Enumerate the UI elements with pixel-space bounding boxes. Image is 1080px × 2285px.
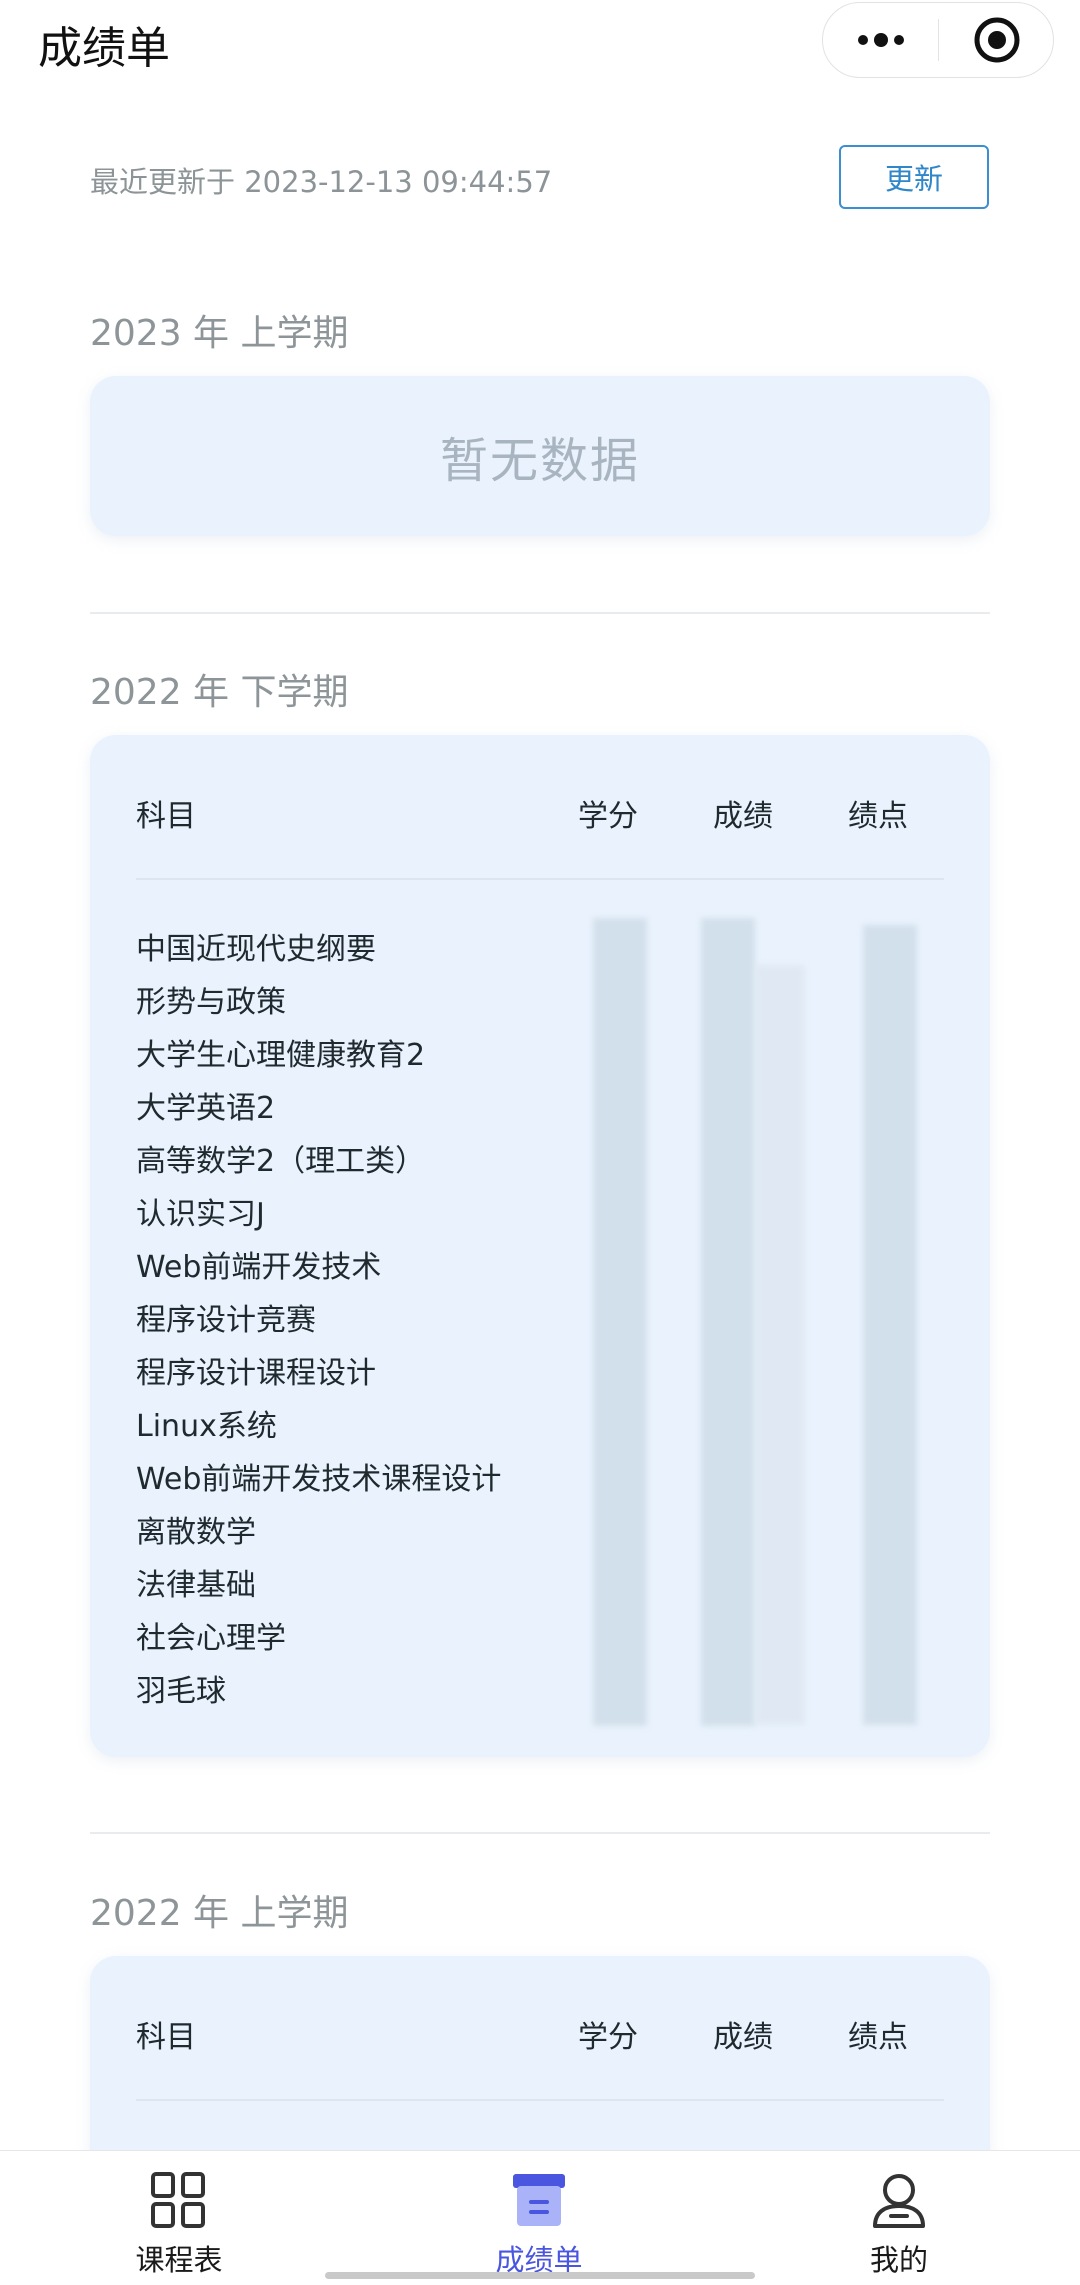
update-button[interactable]: 更新: [839, 145, 989, 209]
subject-row: 高等数学2（理工类）: [136, 1144, 426, 1179]
mini-program-capsule: [822, 2, 1054, 78]
subject-row: 社会心理学: [136, 1621, 286, 1656]
grid-icon: [151, 2172, 205, 2228]
grade-card: 科目 学分 成绩 绩点 中国近现代史纲要 形势与政策 大学生心理健康教育2 大学…: [90, 735, 990, 1757]
empty-state-text: 暂无数据: [439, 433, 640, 489]
tab-schedule[interactable]: 课程表: [79, 2165, 279, 2279]
subject-row: 形势与政策: [136, 985, 286, 1020]
empty-grade-card: 暂无数据: [90, 376, 990, 536]
subject-row: 离散数学: [136, 1515, 256, 1550]
redacted-score-shadow: [755, 965, 805, 1725]
term-title: 2023 年 上学期: [90, 313, 349, 354]
more-dots-icon: [857, 32, 904, 47]
subject-row: 中国近现代史纲要: [136, 932, 376, 967]
redacted-credit-column: [593, 918, 647, 1726]
subject-row: 认识实习J: [136, 1197, 265, 1232]
subject-row: Web前端开发技术课程设计: [136, 1462, 502, 1497]
nav-bar: 成绩单: [0, 0, 1080, 82]
subject-list: 中国近现代史纲要 形势与政策 大学生心理健康教育2 大学英语2 高等数学2（理工…: [136, 923, 501, 1718]
subject-row: Linux系统: [136, 1409, 277, 1444]
bottom-tab-bar: 课程表 成绩单 我的: [0, 2150, 1080, 2285]
column-header-credit: 学分: [578, 2020, 638, 2055]
table-header: 科目 学分 成绩 绩点: [136, 791, 946, 841]
tab-profile[interactable]: 我的: [799, 2165, 999, 2279]
page-title: 成绩单: [38, 23, 170, 74]
column-header-gpa: 绩点: [848, 2020, 908, 2055]
column-header-subject: 科目: [136, 2020, 196, 2055]
subject-row: 羽毛球: [136, 1674, 226, 1709]
user-icon: [873, 2174, 925, 2228]
subject-row: 法律基础: [136, 1568, 256, 1603]
column-header-score: 成绩: [713, 2020, 773, 2055]
home-indicator: [325, 2272, 755, 2279]
report-icon: [513, 2174, 565, 2226]
column-header-credit: 学分: [578, 799, 638, 834]
subject-row: 大学英语2: [136, 1091, 276, 1126]
redacted-score-column: [701, 918, 755, 1726]
header-divider: [136, 2099, 944, 2101]
tab-label: 我的: [869, 2243, 928, 2277]
redacted-gpa-column: [863, 925, 917, 1725]
target-icon: [974, 17, 1019, 62]
last-updated-text: 最近更新于 2023-12-13 09:44:57: [90, 165, 553, 199]
more-menu-button[interactable]: [823, 3, 938, 76]
subject-row: 程序设计竞赛: [136, 1303, 316, 1338]
tab-grades[interactable]: 成绩单: [439, 2165, 639, 2279]
column-header-score: 成绩: [713, 799, 773, 834]
table-header: 科目 学分 成绩 绩点: [136, 2012, 946, 2062]
term-title: 2022 年 上学期: [90, 1893, 349, 1934]
close-program-button[interactable]: [939, 3, 1054, 76]
column-header-gpa: 绩点: [848, 799, 908, 834]
subject-row: 大学生心理健康教育2: [136, 1038, 426, 1073]
update-row: 最近更新于 2023-12-13 09:44:57 更新: [90, 145, 990, 211]
term-title: 2022 年 下学期: [90, 672, 349, 713]
column-header-subject: 科目: [136, 799, 196, 834]
tab-label: 课程表: [135, 2243, 223, 2277]
section-divider: [90, 1832, 990, 1834]
section-divider: [90, 612, 990, 614]
subject-row: 程序设计课程设计: [136, 1356, 376, 1391]
header-divider: [136, 878, 944, 880]
subject-row: Web前端开发技术: [136, 1250, 382, 1285]
